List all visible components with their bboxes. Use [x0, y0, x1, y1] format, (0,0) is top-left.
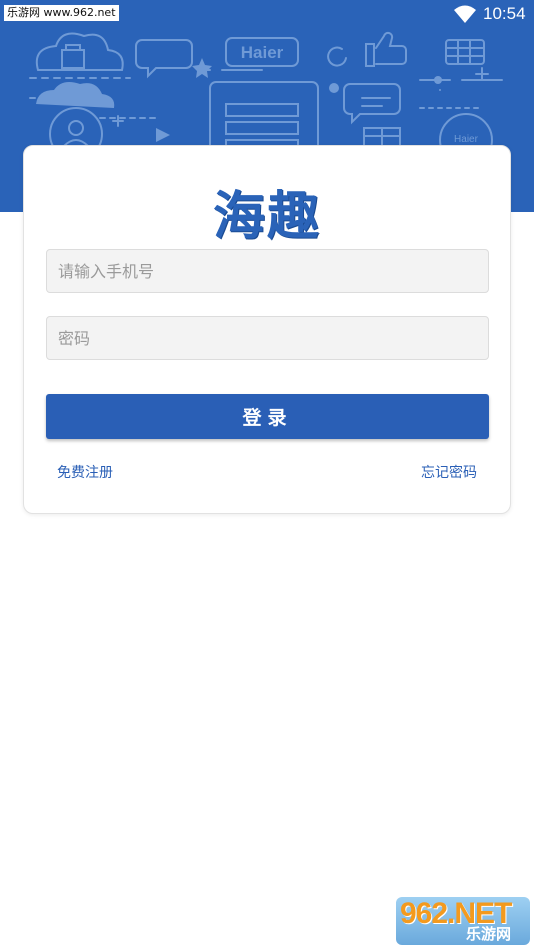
watermark-small-text: 乐游网 — [466, 925, 512, 943]
bag-icon — [61, 49, 85, 69]
phone-input[interactable] — [46, 249, 489, 293]
watermark-badge: 962.NET 乐游网 — [396, 897, 530, 945]
forgot-password-link[interactable]: 忘记密码 — [421, 462, 477, 482]
cloud-icon — [35, 32, 124, 71]
refresh-icon — [327, 46, 347, 67]
password-input[interactable] — [46, 316, 489, 360]
play-icon — [156, 128, 170, 142]
login-button[interactable]: 登录 — [46, 394, 489, 439]
status-bar: 乐游网 www.962.net 10:54 — [0, 0, 534, 28]
brand-text: Haier — [241, 43, 284, 62]
register-link[interactable]: 免费注册 — [57, 462, 113, 482]
wifi-icon — [454, 5, 476, 23]
table-icon — [445, 39, 485, 65]
clock: 10:54 — [483, 4, 526, 23]
login-card: 海趣 登录 免费注册 忘记密码 — [23, 145, 511, 514]
brand-text-small: Haier — [454, 134, 479, 145]
app-logo: 海趣 — [212, 187, 321, 247]
chat-bubble-icon — [135, 39, 193, 79]
star-icon — [192, 58, 212, 78]
thumbs-up-icon — [365, 31, 407, 67]
watermark-text: 乐游网 www.962.net — [4, 5, 119, 21]
